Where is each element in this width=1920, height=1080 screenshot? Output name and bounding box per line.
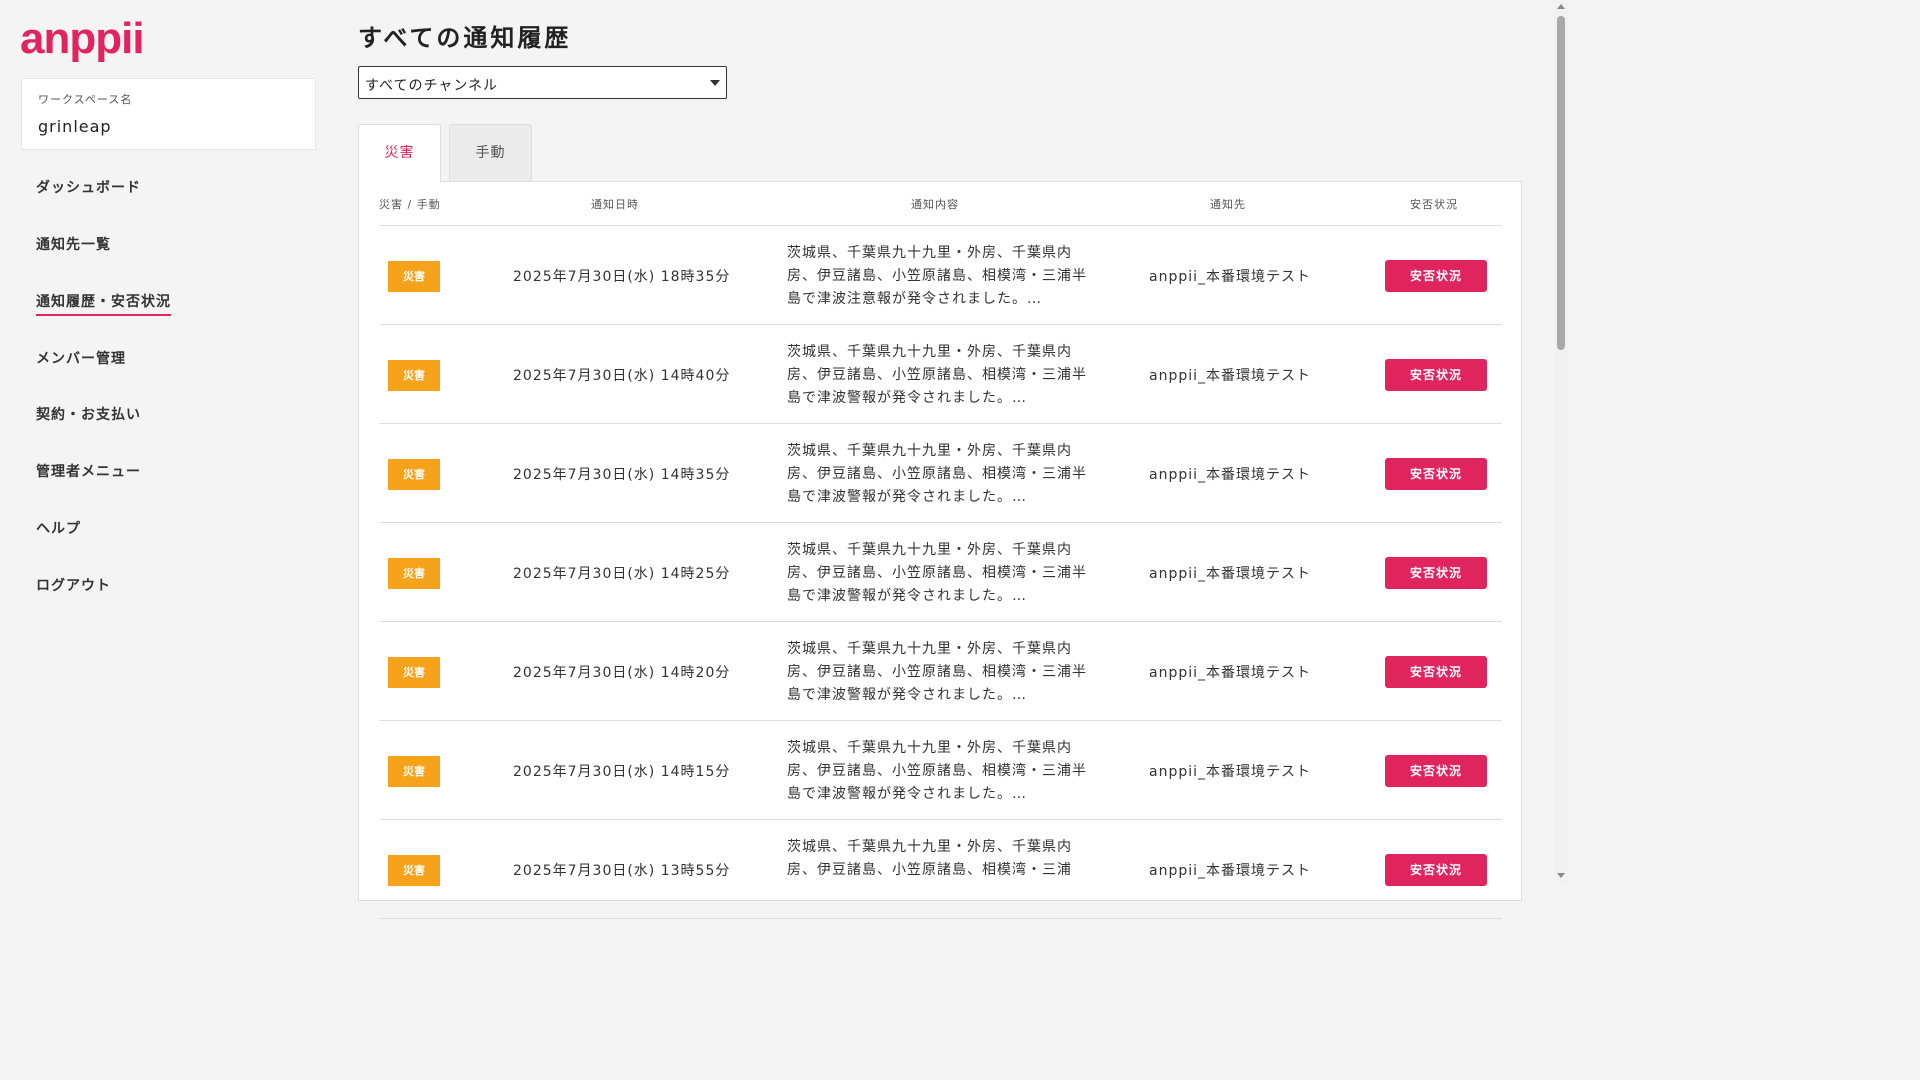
nav-destinations[interactable]: 通知先一覧 (36, 235, 111, 255)
table-row: 災害 2025年7月30日(水) 14時40分 茨城県、千葉県九十九里・外房、千… (379, 325, 1502, 424)
history-table: 災害 / 手動 通知日時 通知内容 通知先 安否状況 災害 2025年7月30日… (358, 181, 1522, 919)
row-datetime: 2025年7月30日(水) 14時35分 (513, 467, 731, 483)
safety-status-button[interactable]: 安否状況 (1385, 557, 1487, 589)
row-content: 茨城県、千葉県九十九里・外房、千葉県内房、伊豆諸島、小笠原諸島、相模湾・三浦半島… (787, 641, 1087, 703)
safety-status-button[interactable]: 安否状況 (1385, 755, 1487, 787)
header-type: 災害 / 手動 (379, 198, 441, 211)
row-destination: anppii_本番環境テスト (1149, 566, 1312, 582)
workspace-card: ワークスペース名 grinleap (21, 78, 316, 150)
header-datetime: 通知日時 (591, 198, 639, 211)
row-datetime: 2025年7月30日(水) 14時40分 (513, 368, 731, 384)
type-badge: 災害 (388, 360, 440, 391)
anppii-logo[interactable]: anppii (20, 14, 145, 64)
header-destination: 通知先 (1210, 198, 1246, 211)
table-row: 災害 2025年7月30日(水) 14時20分 茨城県、千葉県九十九里・外房、千… (379, 622, 1502, 721)
row-destination: anppii_本番環境テスト (1149, 368, 1312, 384)
type-badge: 災害 (388, 855, 440, 886)
tab-manual[interactable]: 手動 (449, 124, 532, 182)
type-badge: 災害 (388, 558, 440, 589)
nav-admin-menu[interactable]: 管理者メニュー (36, 462, 141, 482)
row-destination: anppii_本番環境テスト (1149, 269, 1312, 285)
type-badge: 災害 (388, 756, 440, 787)
row-datetime: 2025年7月30日(水) 13時55分 (513, 863, 731, 879)
row-destination: anppii_本番環境テスト (1149, 467, 1312, 483)
safety-status-button[interactable]: 安否状況 (1385, 854, 1487, 886)
workspace-label: ワークスペース名 (38, 93, 133, 106)
channel-select[interactable]: すべてのチャンネル (358, 66, 727, 99)
safety-status-button[interactable]: 安否状況 (1385, 656, 1487, 688)
row-content: 茨城県、千葉県九十九里・外房、千葉県内房、伊豆諸島、小笠原諸島、相模湾・三浦半島… (787, 245, 1087, 307)
row-datetime: 2025年7月30日(水) 14時20分 (513, 665, 731, 681)
row-datetime: 2025年7月30日(水) 14時25分 (513, 566, 731, 582)
row-destination: anppii_本番環境テスト (1149, 764, 1312, 780)
sidebar: anppii ワークスペース名 grinleap ダッシュボード 通知先一覧 通… (0, 0, 340, 882)
row-content: 茨城県、千葉県九十九里・外房、千葉県内房、伊豆諸島、小笠原諸島、相模湾・三浦 (787, 839, 1072, 878)
nav-notification-history[interactable]: 通知履歴・安否状況 (36, 292, 171, 316)
nav-members[interactable]: メンバー管理 (36, 349, 126, 369)
nav-help[interactable]: ヘルプ (36, 519, 81, 539)
header-status: 安否状況 (1410, 198, 1458, 211)
table-row: 災害 2025年7月30日(水) 14時35分 茨城県、千葉県九十九里・外房、千… (379, 424, 1502, 523)
row-datetime: 2025年7月30日(水) 18時35分 (513, 269, 731, 285)
row-destination: anppii_本番環境テスト (1149, 863, 1312, 879)
row-datetime: 2025年7月30日(水) 14時15分 (513, 764, 731, 780)
page-scrollbar[interactable] (1554, 0, 1568, 882)
table-row: 災害 2025年7月30日(水) 14時15分 茨城県、千葉県九十九里・外房、千… (379, 721, 1502, 820)
table-row: 災害 2025年7月30日(水) 18時35分 茨城県、千葉県九十九里・外房、千… (379, 226, 1502, 325)
header-content: 通知内容 (911, 198, 959, 211)
nav-logout[interactable]: ログアウト (36, 576, 111, 596)
scroll-down-arrow-icon[interactable] (1557, 873, 1565, 878)
nav-billing[interactable]: 契約・お支払い (36, 405, 141, 425)
safety-status-button[interactable]: 安否状況 (1385, 260, 1487, 292)
workspace-name: grinleap (38, 117, 112, 136)
table-row: 災害 2025年7月30日(水) 13時55分 茨城県、千葉県九十九里・外房、千… (379, 820, 1502, 919)
type-badge: 災害 (388, 261, 440, 292)
caret-down-icon (710, 80, 720, 86)
channel-select-value: すべてのチャンネル (365, 78, 499, 94)
safety-status-button[interactable]: 安否状況 (1385, 359, 1487, 391)
nav-dashboard[interactable]: ダッシュボード (36, 178, 141, 198)
type-badge: 災害 (388, 657, 440, 688)
page-title: すべての通知履歴 (358, 24, 572, 52)
scroll-up-arrow-icon[interactable] (1557, 4, 1565, 9)
main-content: すべての通知履歴 すべてのチャンネル 災害 手動 災害 / 手動 通知日時 通知… (358, 0, 1522, 919)
safety-status-button[interactable]: 安否状況 (1385, 458, 1487, 490)
row-content: 茨城県、千葉県九十九里・外房、千葉県内房、伊豆諸島、小笠原諸島、相模湾・三浦半島… (787, 542, 1087, 604)
type-badge: 災害 (388, 459, 440, 490)
row-destination: anppii_本番環境テスト (1149, 665, 1312, 681)
row-content: 茨城県、千葉県九十九里・外房、千葉県内房、伊豆諸島、小笠原諸島、相模湾・三浦半島… (787, 344, 1087, 406)
tab-disaster[interactable]: 災害 (358, 124, 441, 183)
row-content: 茨城県、千葉県九十九里・外房、千葉県内房、伊豆諸島、小笠原諸島、相模湾・三浦半島… (787, 443, 1087, 505)
table-row: 災害 2025年7月30日(水) 14時25分 茨城県、千葉県九十九里・外房、千… (379, 523, 1502, 622)
scroll-thumb[interactable] (1557, 16, 1565, 350)
row-content: 茨城県、千葉県九十九里・外房、千葉県内房、伊豆諸島、小笠原諸島、相模湾・三浦半島… (787, 740, 1087, 802)
